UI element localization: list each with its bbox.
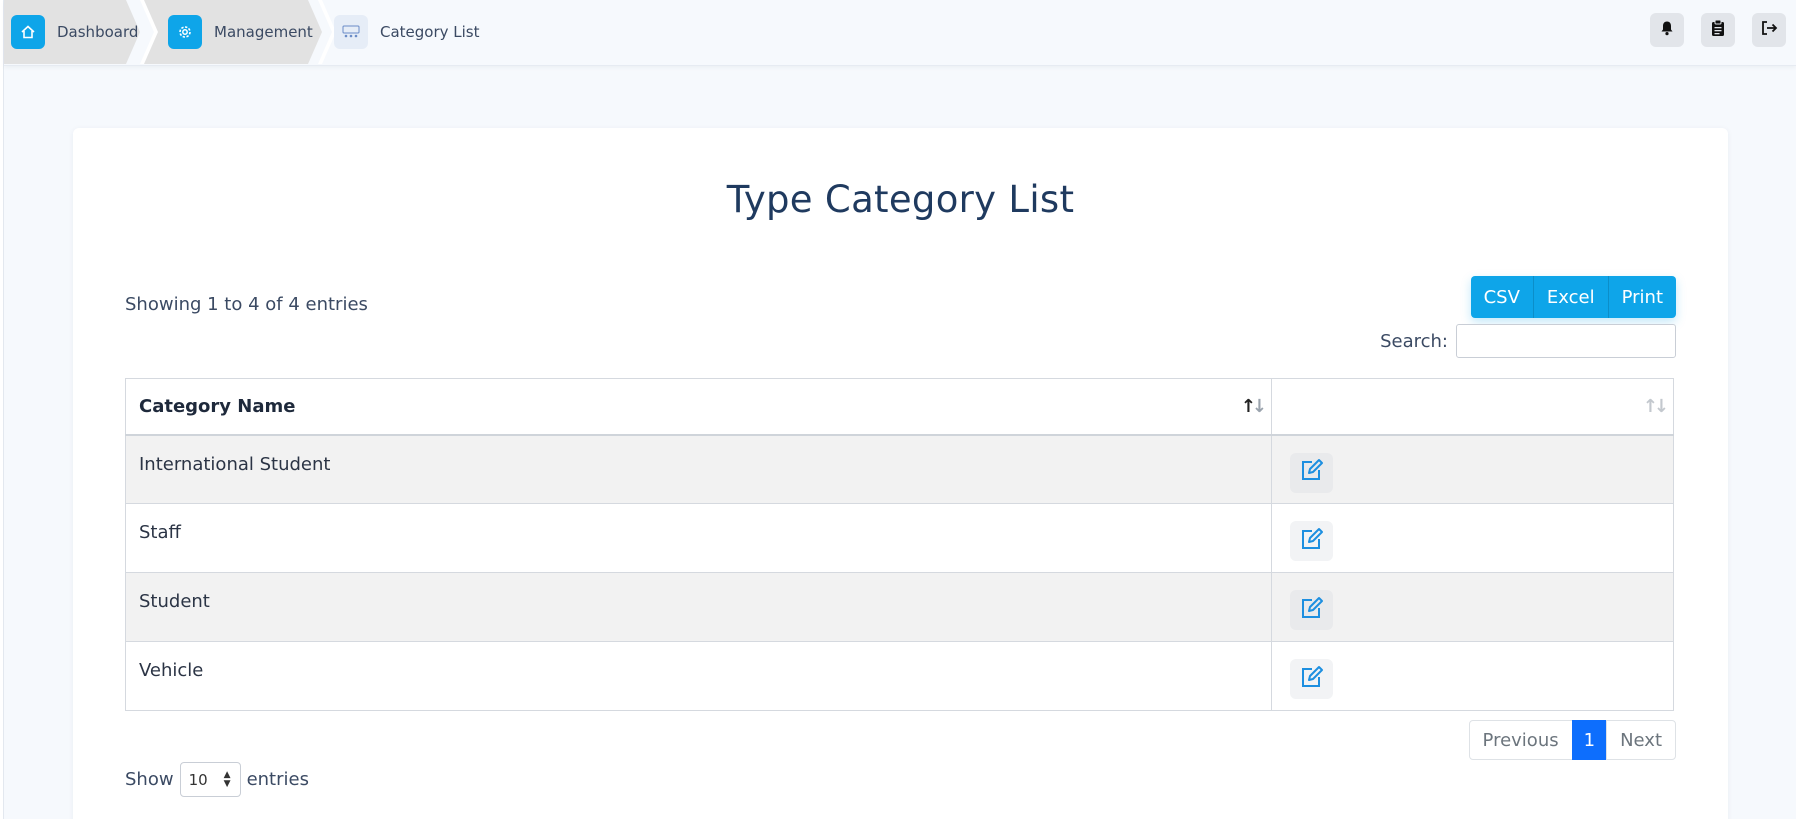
- print-button[interactable]: Print: [1608, 276, 1676, 318]
- search-label: Search:: [1380, 330, 1448, 352]
- show-label: Show: [125, 769, 174, 790]
- table-header-row: Category Name ↑↓ ↑↓: [125, 378, 1674, 436]
- page-1-button[interactable]: 1: [1571, 720, 1608, 760]
- action-cell: [1271, 503, 1674, 573]
- home-icon: [11, 15, 45, 49]
- logout-icon: [1760, 20, 1778, 40]
- page-length-select[interactable]: 10 ▲ ▼: [179, 762, 241, 797]
- edit-icon: [1299, 527, 1325, 556]
- breadcrumb-item-dashboard[interactable]: Dashboard: [11, 0, 138, 64]
- notifications-button[interactable]: [1650, 13, 1684, 47]
- page-length-control: Show 10 ▲ ▼ entries: [125, 762, 309, 797]
- category-list-icon: [334, 15, 368, 49]
- edit-icon: [1299, 665, 1325, 694]
- table-row: Student: [125, 572, 1674, 642]
- breadcrumb-item-management[interactable]: Management: [168, 0, 313, 64]
- category-table: Category Name ↑↓ ↑↓ International Studen…: [125, 378, 1674, 711]
- edit-button[interactable]: [1290, 590, 1333, 630]
- entries-label: entries: [246, 769, 309, 790]
- action-cell: [1271, 572, 1674, 642]
- clipboard-icon: [1710, 19, 1726, 41]
- gear-icon: [168, 15, 202, 49]
- breadcrumb-label: Management: [214, 23, 313, 41]
- search-input[interactable]: [1456, 324, 1676, 358]
- sort-icon: ↑↓: [1240, 396, 1267, 417]
- logout-button[interactable]: [1752, 13, 1786, 47]
- bell-icon: [1659, 20, 1675, 40]
- category-name-cell: Student: [125, 572, 1272, 642]
- top-actions: [1650, 13, 1786, 47]
- next-page-button[interactable]: Next: [1606, 720, 1676, 760]
- left-edge: [0, 0, 4, 819]
- category-name-cell: Vehicle: [125, 641, 1272, 711]
- edit-button[interactable]: [1290, 659, 1333, 699]
- previous-page-button[interactable]: Previous: [1468, 720, 1573, 760]
- page-length-value: 10: [188, 770, 208, 789]
- page-title: Type Category List: [726, 178, 1075, 221]
- pagination: Previous 1 Next: [1468, 720, 1676, 760]
- category-name-cell: International Student: [125, 434, 1272, 504]
- action-cell: [1271, 434, 1674, 504]
- content-card: Type Category List Showing 1 to 4 of 4 e…: [73, 128, 1728, 819]
- sort-icon: ↑↓: [1642, 396, 1669, 417]
- breadcrumb-label: Category List: [380, 23, 480, 41]
- category-table-wrap: Category Name ↑↓ ↑↓ International Studen…: [125, 378, 1674, 711]
- edit-icon: [1299, 458, 1325, 487]
- breadcrumb-label: Dashboard: [57, 23, 139, 41]
- table-row: Vehicle: [125, 641, 1674, 711]
- edit-button[interactable]: [1290, 521, 1333, 561]
- export-buttons: CSV Excel Print: [1470, 276, 1676, 318]
- table-row: International Student: [125, 434, 1674, 504]
- csv-button[interactable]: CSV: [1470, 276, 1534, 318]
- table-row: Staff: [125, 503, 1674, 573]
- column-header-actions[interactable]: ↑↓: [1271, 378, 1674, 436]
- search-area: Search:: [1380, 324, 1676, 358]
- excel-button[interactable]: Excel: [1533, 276, 1609, 318]
- entries-info: Showing 1 to 4 of 4 entries: [125, 294, 368, 315]
- top-bar: Dashboard Management Category List: [4, 0, 1796, 66]
- action-cell: [1271, 641, 1674, 711]
- category-name-cell: Staff: [125, 503, 1272, 573]
- column-header-category-name[interactable]: Category Name ↑↓: [125, 378, 1272, 436]
- edit-button[interactable]: [1290, 452, 1333, 493]
- select-caret-icon: ▲ ▼: [223, 770, 231, 789]
- edit-icon: [1299, 596, 1325, 625]
- breadcrumb-item-category-list: Category List: [334, 0, 480, 64]
- clipboard-button[interactable]: [1701, 13, 1735, 47]
- column-header-label: Category Name: [139, 395, 296, 417]
